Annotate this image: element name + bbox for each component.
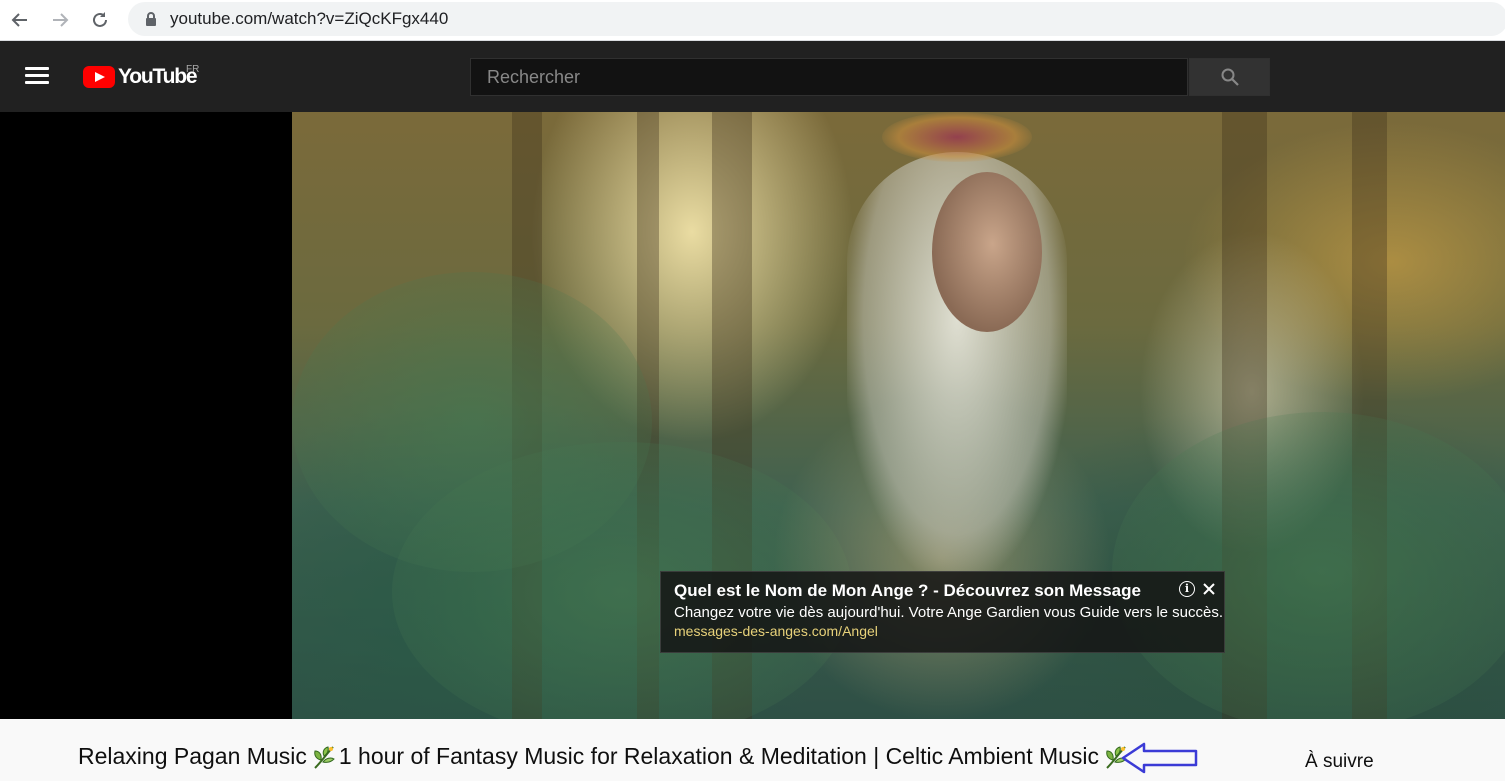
lock-icon	[146, 12, 156, 26]
youtube-logo[interactable]: YouTube	[83, 65, 198, 88]
forward-arrow-icon	[53, 13, 69, 27]
player-letterbox	[0, 112, 292, 719]
herb-leaf-icon	[314, 745, 335, 769]
hamburger-menu-icon[interactable]	[25, 67, 49, 85]
back-arrow-icon	[11, 13, 27, 27]
ad-url[interactable]: messages-des-anges.com/Angel	[674, 623, 878, 639]
forward-button[interactable]	[46, 6, 74, 34]
search-box[interactable]	[470, 58, 1188, 96]
close-icon[interactable]	[1200, 580, 1218, 598]
back-button[interactable]	[6, 6, 34, 34]
reload-button[interactable]	[86, 6, 114, 34]
search-input[interactable]	[471, 59, 1187, 95]
ad-overlay[interactable]: Quel est le Nom de Mon Ange ? - Découvre…	[660, 571, 1225, 653]
flower-crown	[882, 112, 1032, 162]
video-player[interactable]: Quel est le Nom de Mon Ange ? - Découvre…	[292, 112, 1505, 719]
browser-toolbar: youtube.com/watch?v=ZiQcKFgx440	[0, 0, 1505, 41]
video-title-part1: Relaxing Pagan Music	[78, 743, 307, 769]
region-code: FR	[186, 64, 200, 75]
left-arrow-annotation-icon	[1121, 742, 1198, 774]
search-icon	[1221, 68, 1239, 86]
video-info-row: Relaxing Pagan Music 1 hour of Fantasy M…	[0, 719, 1505, 781]
ad-title[interactable]: Quel est le Nom de Mon Ange ? - Découvre…	[674, 581, 1141, 601]
reload-icon	[93, 12, 107, 27]
youtube-header: YouTube FR	[0, 41, 1505, 112]
up-next-label: À suivre	[1305, 751, 1374, 772]
address-bar[interactable]: youtube.com/watch?v=ZiQcKFgx440	[128, 2, 1505, 36]
figure-face	[932, 172, 1042, 332]
logo-text: YouTube	[118, 65, 198, 88]
search-button[interactable]	[1189, 58, 1270, 96]
video-title-part2: 1 hour of Fantasy Music for Relaxation &…	[338, 743, 1100, 769]
ad-description[interactable]: Changez votre vie dès aujourd'hui. Votre…	[674, 604, 1223, 621]
url-text[interactable]: youtube.com/watch?v=ZiQcKFgx440	[170, 9, 448, 29]
youtube-play-icon	[83, 66, 115, 88]
video-title: Relaxing Pagan Music 1 hour of Fantasy M…	[78, 743, 1131, 770]
info-icon[interactable]: i	[1179, 581, 1195, 597]
